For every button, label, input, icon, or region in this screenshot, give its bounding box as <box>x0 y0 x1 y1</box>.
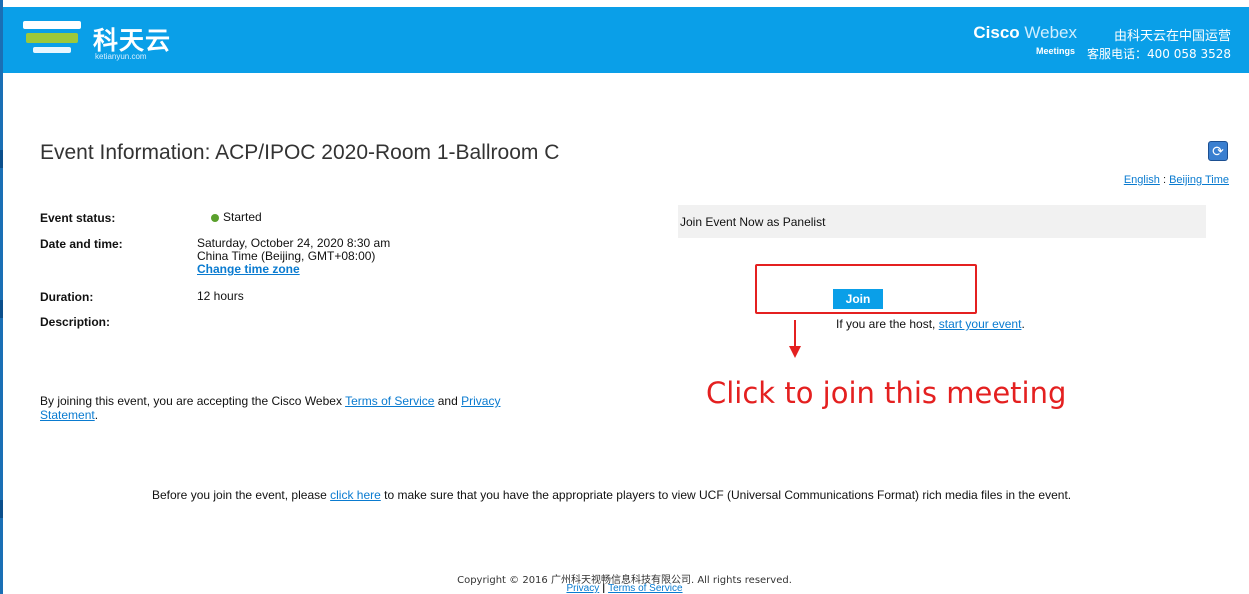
status-label: Event status: <box>40 211 116 225</box>
join-panel-text: Join Event Now as Panelist <box>680 215 826 229</box>
ketianyun-logo-icon <box>23 21 83 63</box>
meetings-brand-text: Meetings <box>1035 46 1075 56</box>
status-text: Started <box>223 210 262 224</box>
logo-domain: ketianyun.com <box>95 52 147 61</box>
change-time-zone-link[interactable]: Change time zone <box>197 262 300 276</box>
footer-links: Privacy | Terms of Service <box>0 583 1249 594</box>
terms-suffix: . <box>94 408 99 422</box>
page-title: Event Information: ACP/IPOC 2020-Room 1-… <box>40 141 560 164</box>
footer-divider: | <box>602 583 606 594</box>
before-suffix: to make sure that you have the appropria… <box>380 488 1072 502</box>
window-left-edge <box>0 0 3 594</box>
webex-brand-text: Webex <box>1024 23 1077 42</box>
terms-and: and <box>434 394 462 408</box>
footer-terms-link[interactable]: Terms of Service <box>608 583 682 594</box>
description-label: Description: <box>40 315 111 329</box>
cisco-brand-text: Cisco <box>973 23 1020 42</box>
terms-acceptance-text: By joining this event, you are accepting… <box>40 394 560 422</box>
refresh-icon[interactable]: ⟳ <box>1208 141 1228 161</box>
datetime-label: Date and time: <box>40 237 123 251</box>
timezone-link[interactable]: Beijing Time <box>1169 174 1229 186</box>
lang-separator: : <box>1162 174 1167 186</box>
join-panel-header: Join Event Now as Panelist <box>678 205 1206 238</box>
service-phone: 客服电话：400 058 3528 <box>1087 47 1231 61</box>
status-value: Started <box>197 211 262 224</box>
host-prefix: If you are the host, <box>836 317 939 331</box>
duration-value: 12 hours <box>197 289 244 303</box>
annotation-arrow-icon <box>794 320 796 348</box>
before-prefix: Before you join the event, please <box>152 488 331 502</box>
player-check-text: Before you join the event, please click … <box>152 488 1112 502</box>
operator-text: 由科天云在中国运营 <box>1113 29 1231 44</box>
duration-label: Duration: <box>40 290 94 304</box>
language-link[interactable]: English <box>1124 174 1160 186</box>
language-timezone-links: English : Beijing Time <box>1124 174 1229 186</box>
cisco-webex-brand: Cisco Webex <box>973 23 1077 43</box>
host-suffix: . <box>1021 317 1025 331</box>
annotation-text: Click to join this meeting <box>706 376 1067 410</box>
terms-of-service-link[interactable]: Terms of Service <box>345 394 434 408</box>
click-here-link[interactable]: click here <box>330 488 381 502</box>
annotation-arrowhead-icon <box>789 346 801 358</box>
datetime-value: Saturday, October 24, 2020 8:30 am China… <box>197 237 390 276</box>
footer-privacy-link[interactable]: Privacy <box>566 583 599 594</box>
host-start-text: If you are the host, start your event. <box>836 317 1025 331</box>
terms-prefix: By joining this event, you are accepting… <box>40 394 346 408</box>
site-header: 科天云 ketianyun.com Cisco Webex Meetings 由… <box>3 7 1249 73</box>
status-dot-icon <box>211 213 219 222</box>
join-button[interactable]: Join <box>833 289 883 309</box>
start-event-link[interactable]: start your event <box>939 317 1022 331</box>
